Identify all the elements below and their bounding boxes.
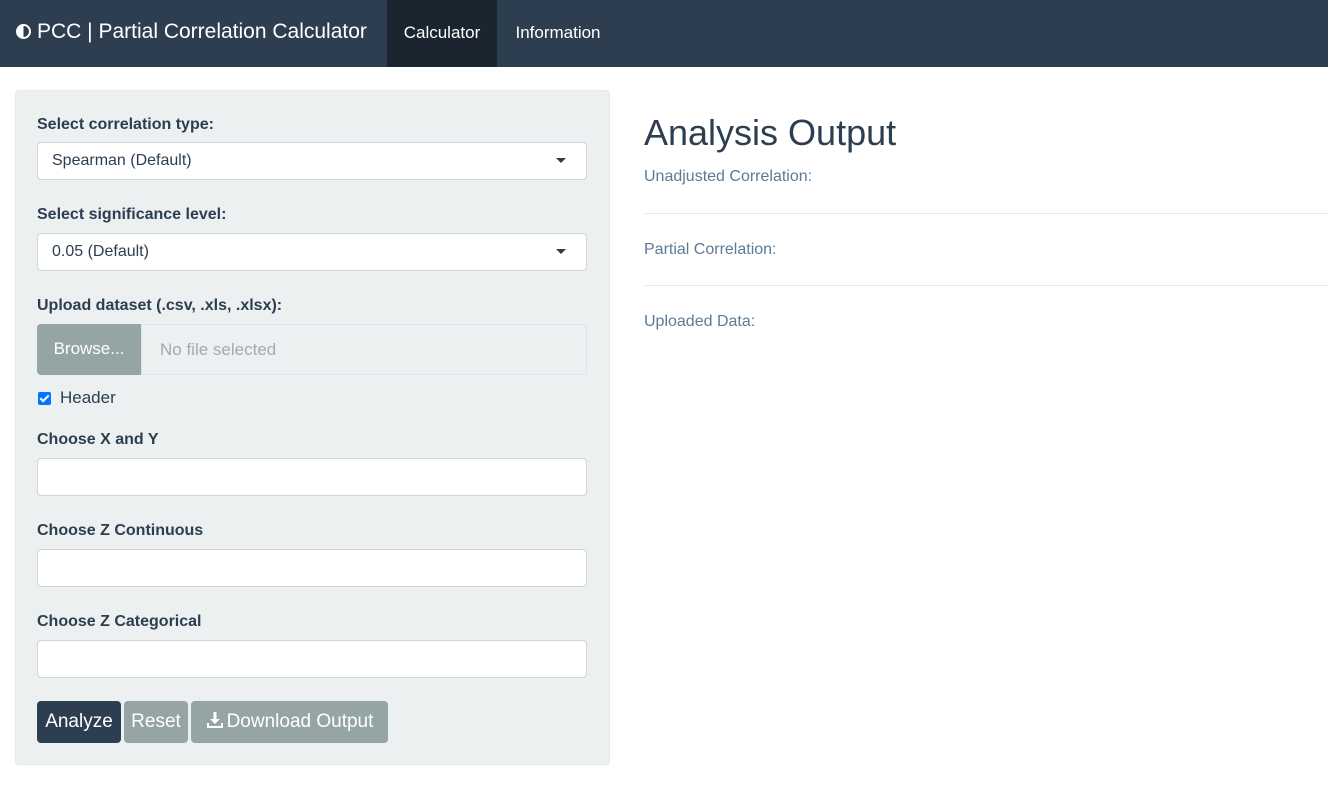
header-checkbox[interactable] (38, 392, 51, 405)
app-title: PCC | Partial Correlation Calculator (37, 20, 367, 43)
choose-z-continuous-label: Choose Z Continuous (37, 522, 204, 539)
choose-xy-input[interactable] (37, 458, 587, 496)
choose-xy-label: Choose X and Y (37, 431, 159, 448)
correlation-type-value: Spearman (Default) (52, 152, 192, 169)
significance-level-label: Select significance level: (37, 206, 227, 223)
page-title: Analysis Output (644, 112, 897, 153)
chevron-down-icon (556, 249, 566, 254)
choose-z-categorical-label: Choose Z Categorical (37, 613, 202, 630)
file-name-field[interactable]: No file selected (141, 324, 587, 375)
download-icon (206, 712, 223, 728)
tab-calculator[interactable]: Calculator (387, 0, 497, 67)
navbar: PCC | Partial Correlation Calculator Cal… (0, 0, 1328, 67)
reset-button[interactable]: Reset (124, 701, 188, 743)
file-status-text: No file selected (160, 340, 277, 359)
correlation-type-select[interactable]: Spearman (Default) (37, 142, 587, 180)
significance-level-value: 0.05 (Default) (52, 243, 149, 260)
tab-information[interactable]: Information (497, 0, 619, 67)
divider (644, 213, 1328, 214)
divider (644, 285, 1328, 286)
significance-level-select[interactable]: 0.05 (Default) (37, 233, 587, 271)
upload-label: Upload dataset (.csv, .xls, .xlsx): (37, 297, 283, 314)
partial-correlation-label: Partial Correlation: (644, 241, 777, 258)
uploaded-data-label: Uploaded Data: (644, 313, 756, 330)
correlation-type-label: Select correlation type: (37, 116, 214, 133)
download-output-label: Download Output (226, 711, 374, 732)
download-output-button[interactable]: Download Output (191, 701, 388, 743)
app-brand[interactable]: PCC | Partial Correlation Calculator (16, 0, 367, 67)
choose-z-categorical-input[interactable] (37, 640, 587, 678)
browse-button[interactable]: Browse... (37, 324, 141, 375)
analyze-button[interactable]: Analyze (37, 701, 121, 743)
choose-z-continuous-input[interactable] (37, 549, 587, 587)
half-circle-icon (16, 24, 31, 39)
file-upload: Browse... No file selected (37, 324, 587, 375)
header-checkbox-label[interactable]: Header (60, 388, 116, 408)
unadjusted-correlation-label: Unadjusted Correlation: (644, 168, 813, 185)
chevron-down-icon (556, 158, 566, 163)
